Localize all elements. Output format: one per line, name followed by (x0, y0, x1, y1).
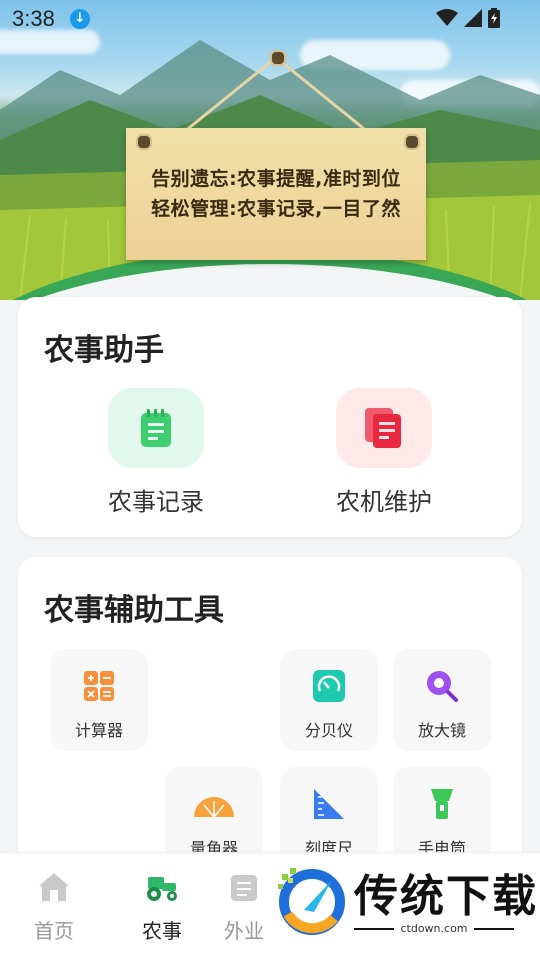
ruler-icon (314, 789, 344, 819)
magnifier-button[interactable]: 放大镜 (393, 649, 491, 751)
decibel-meter-label: 分贝仪 (304, 721, 353, 740)
magnifier-icon (427, 671, 458, 702)
status-time: 3:38 (12, 6, 55, 31)
farm-record-button[interactable]: 农事记录 (76, 388, 236, 517)
status-bar: 3:38 ↓ (0, 0, 540, 38)
sign-hanger-nail (270, 50, 286, 66)
protractor-icon (194, 797, 234, 818)
slogan-line-2: 轻松管理:农事记录,一目了然 (151, 198, 401, 220)
signal-icon (464, 9, 482, 27)
nav-tab-farm[interactable]: 农事 (122, 871, 202, 944)
watermark: 传统下载 ctdown.com (270, 856, 540, 956)
slogan-line-1: 告别遗忘:农事提醒,准时到位 (151, 168, 401, 190)
watermark-url: ctdown.com (400, 922, 468, 935)
sign-nail-right (404, 134, 420, 150)
nav-label-home: 首页 (34, 919, 74, 943)
download-icon: ↓ (70, 9, 90, 29)
decibel-meter-icon (313, 670, 345, 702)
home-icon (39, 873, 69, 901)
decibel-meter-button[interactable]: 分贝仪 (280, 649, 378, 751)
tractor-icon (147, 877, 177, 901)
magnifier-label: 放大镜 (417, 721, 466, 740)
nav-label-farm: 农事 (142, 919, 182, 943)
slogan-sign: 告别遗忘:农事提醒,准时到位 轻松管理:农事记录,一目了然 (126, 128, 426, 260)
farm-record-label: 农事记录 (108, 488, 204, 516)
document-icon (365, 408, 401, 448)
machine-maintenance-button[interactable]: 农机维护 (304, 388, 464, 517)
wifi-icon (436, 9, 458, 26)
battery-icon (488, 8, 500, 28)
field-icon (231, 875, 257, 901)
assistant-card: 农事助手 农事记录 农机维护 (18, 297, 522, 537)
calculator-icon (84, 671, 114, 701)
calculator-label: 计算器 (74, 721, 123, 740)
watermark-logo (278, 868, 345, 935)
tools-title: 农事辅助工具 (44, 593, 224, 628)
watermark-brand: 传统下载 (354, 871, 538, 922)
notebook-icon (141, 409, 171, 447)
machine-maintenance-label: 农机维护 (336, 488, 432, 516)
assistant-title: 农事助手 (44, 333, 164, 368)
flashlight-icon (431, 789, 453, 819)
sign-nail-left (136, 134, 152, 150)
nav-tab-home[interactable]: 首页 (14, 871, 94, 944)
calculator-button[interactable]: 计算器 (50, 649, 148, 751)
tools-card: 农事辅助工具 计算器 分贝仪 放大镜 量角器 刻度尺 手电筒 (18, 557, 522, 877)
